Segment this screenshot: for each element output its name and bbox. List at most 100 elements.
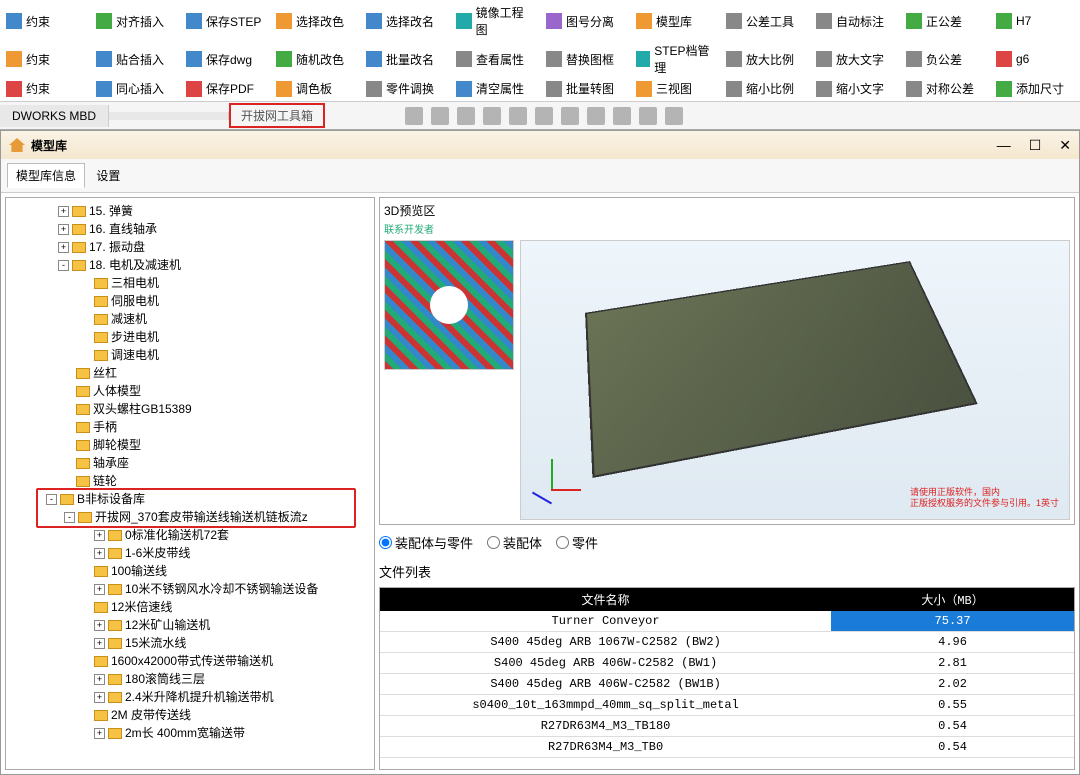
ribbon-cmd[interactable]: 批量改名 — [360, 40, 450, 78]
expand-icon[interactable]: + — [94, 530, 105, 541]
ribbon-cmd[interactable]: 约束 — [0, 2, 90, 40]
ribbon-cmd[interactable]: 图号分离 — [540, 2, 630, 40]
viewport-icon[interactable] — [665, 107, 683, 125]
ribbon-cmd[interactable]: 镜像工程图 — [450, 2, 540, 40]
expand-icon[interactable]: + — [58, 224, 69, 235]
ribbon-cmd[interactable]: 零件调换 — [360, 78, 450, 99]
ribbon-cmd[interactable]: 保存dwg — [180, 40, 270, 78]
table-row[interactable]: Turner Conveyor75.37 — [380, 611, 1074, 632]
rotate-icon[interactable] — [457, 107, 475, 125]
tab-mbd[interactable]: DWORKS MBD — [0, 105, 109, 127]
ribbon-cmd[interactable]: g6 — [990, 40, 1080, 78]
ribbon-cmd[interactable]: 选择改名 — [360, 2, 450, 40]
tree-node[interactable]: +2m长 400mm宽输送带 — [10, 724, 370, 742]
tree-node[interactable]: 手柄 — [10, 418, 370, 436]
ribbon-cmd[interactable]: 对称公差 — [900, 78, 990, 99]
th-filename[interactable]: 文件名称 — [380, 588, 831, 611]
ribbon-cmd[interactable]: 正公差 — [900, 2, 990, 40]
tree-node[interactable]: +17. 振动盘 — [10, 238, 370, 256]
tab-blank[interactable] — [109, 112, 229, 120]
ribbon-cmd[interactable]: 选择改色 — [270, 2, 360, 40]
ribbon-cmd[interactable]: 公差工具 — [720, 2, 810, 40]
ribbon-cmd[interactable]: 放大比例 — [720, 40, 810, 78]
tree-node[interactable]: 12米倍速线 — [10, 598, 370, 616]
zoom-area-icon[interactable] — [431, 107, 449, 125]
expand-icon[interactable]: - — [58, 260, 69, 271]
expand-icon[interactable]: + — [94, 548, 105, 559]
tree-node[interactable]: -18. 电机及减速机 — [10, 256, 370, 274]
ribbon-cmd[interactable]: 约束 — [0, 78, 90, 99]
model-3d-view[interactable]: 请使用正版软件，国内 正版授权服务的文件参与引用。1英寸 — [520, 240, 1070, 520]
ribbon-cmd[interactable]: 负公差 — [900, 40, 990, 78]
radio-parts[interactable]: 零件 — [556, 533, 598, 552]
ribbon-cmd[interactable]: H7 — [990, 2, 1080, 40]
tree-node[interactable]: +12米矿山输送机 — [10, 616, 370, 634]
tree-node[interactable]: +2.4米升降机提升机输送带机 — [10, 688, 370, 706]
minimize-button[interactable]: — — [997, 137, 1011, 154]
tree-node[interactable]: +0标准化输送机72套 — [10, 526, 370, 544]
maximize-button[interactable]: ☐ — [1029, 137, 1042, 154]
zoom-fit-icon[interactable] — [405, 107, 423, 125]
file-table[interactable]: 文件名称 大小（MB） Turner Conveyor75.37S400 45d… — [379, 587, 1075, 770]
expand-icon[interactable]: + — [94, 692, 105, 703]
expand-icon[interactable]: + — [94, 674, 105, 685]
th-size[interactable]: 大小（MB） — [831, 588, 1074, 611]
expand-icon[interactable]: + — [94, 620, 105, 631]
tree-node[interactable]: 减速机 — [10, 310, 370, 328]
section-icon[interactable] — [509, 107, 527, 125]
ribbon-cmd[interactable]: STEP档管理 — [630, 40, 720, 78]
tree-node[interactable]: +16. 直线轴承 — [10, 220, 370, 238]
radio-assembly[interactable]: 装配体 — [487, 533, 542, 552]
ribbon-cmd[interactable]: 模型库 — [630, 2, 720, 40]
ribbon-cmd[interactable]: 自动标注 — [810, 2, 900, 40]
ribbon-cmd[interactable]: 替换图框 — [540, 40, 630, 78]
tree-node[interactable]: +15. 弹簧 — [10, 202, 370, 220]
expand-icon[interactable]: + — [58, 206, 69, 217]
ribbon-cmd[interactable]: 三视图 — [630, 78, 720, 99]
subtab-info[interactable]: 模型库信息 — [7, 163, 85, 188]
tree-node[interactable]: +15米流水线 — [10, 634, 370, 652]
table-row[interactable]: S400 45deg ARB 406W-C2582 (BW1B)2.02 — [380, 674, 1074, 695]
ribbon-cmd[interactable]: 对齐插入 — [90, 2, 180, 40]
ribbon-cmd[interactable]: 放大文字 — [810, 40, 900, 78]
ribbon-cmd[interactable]: 批量转图 — [540, 78, 630, 99]
ribbon-cmd[interactable]: 调色板 — [270, 78, 360, 99]
tree-node[interactable]: 伺服电机 — [10, 292, 370, 310]
ribbon-cmd[interactable]: 清空属性 — [450, 78, 540, 99]
ribbon-cmd[interactable]: 保存PDF — [180, 78, 270, 99]
close-button[interactable]: ✕ — [1059, 137, 1071, 154]
tree-node[interactable]: 100输送线 — [10, 562, 370, 580]
ribbon-cmd[interactable]: 添加尺寸 — [990, 78, 1080, 99]
table-row[interactable]: S400 45deg ARB 1067W-C2582 (BW2)4.96 — [380, 632, 1074, 653]
tree-node[interactable]: 1600x42000带式传送带输送机 — [10, 652, 370, 670]
tree-node[interactable]: +1-6米皮带线 — [10, 544, 370, 562]
visibility-icon[interactable] — [587, 107, 605, 125]
subtab-settings[interactable]: 设置 — [88, 164, 128, 187]
tree-node[interactable]: 调速电机 — [10, 346, 370, 364]
ribbon-cmd[interactable]: 约束 — [0, 40, 90, 78]
expand-icon[interactable]: + — [94, 638, 105, 649]
tree-node[interactable]: 人体模型 — [10, 382, 370, 400]
ribbon-cmd[interactable]: 缩小比例 — [720, 78, 810, 99]
ribbon-cmd[interactable]: 贴合插入 — [90, 40, 180, 78]
pan-icon[interactable] — [483, 107, 501, 125]
ribbon-cmd[interactable]: 保存STEP — [180, 2, 270, 40]
tree-node[interactable]: +10米不锈钢风水冷却不锈钢输送设备 — [10, 580, 370, 598]
radio-assembly-parts[interactable]: 装配体与零件 — [379, 533, 473, 552]
tree-node[interactable]: 丝杠 — [10, 364, 370, 382]
table-row[interactable]: R27DR63M4_M3_TB00.54 — [380, 737, 1074, 758]
tree-node[interactable]: +180滚筒线三层 — [10, 670, 370, 688]
display-style-icon[interactable] — [535, 107, 553, 125]
tree-node[interactable]: 步进电机 — [10, 328, 370, 346]
tree-node[interactable]: 三相电机 — [10, 274, 370, 292]
expand-icon[interactable]: + — [94, 728, 105, 739]
tree-pane[interactable]: +15. 弹簧+16. 直线轴承+17. 振动盘-18. 电机及减速机三相电机伺… — [5, 197, 375, 770]
tree-node[interactable]: 轴承座 — [10, 454, 370, 472]
scene-icon[interactable] — [639, 107, 657, 125]
tab-toolbox[interactable]: 开拔网工具箱 — [229, 103, 325, 128]
iso-view-icon[interactable] — [561, 107, 579, 125]
ribbon-cmd[interactable]: 随机改色 — [270, 40, 360, 78]
appearance-icon[interactable] — [613, 107, 631, 125]
tree-node[interactable]: 双头螺柱GB15389 — [10, 400, 370, 418]
tree-node[interactable]: 脚轮模型 — [10, 436, 370, 454]
